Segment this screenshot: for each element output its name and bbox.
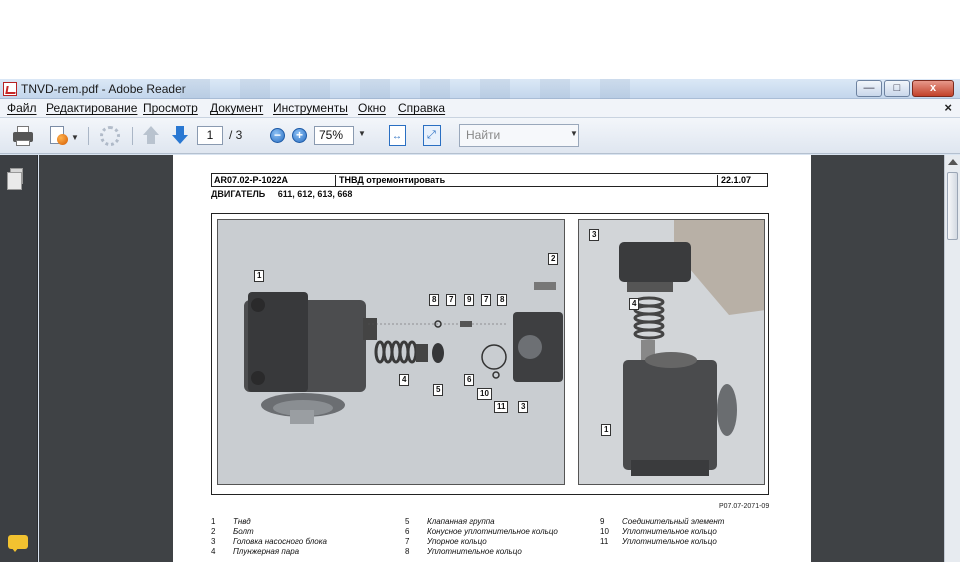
figure-id: P07.07-2071-09 [719, 503, 770, 510]
legend-item: 1 Тнвд [211, 517, 251, 526]
background-taskbar-ghost [180, 79, 640, 99]
maximize-button[interactable]: □ [884, 80, 910, 97]
search-input[interactable]: Найти [459, 124, 579, 147]
callout-label: 6 [464, 374, 475, 386]
page-total: / 3 [229, 128, 243, 142]
doc-date: 22.1.07 [717, 175, 751, 187]
pages-panel-icon[interactable] [7, 168, 23, 190]
document-header: AR07.02-P-1022A ТНВД отремонтировать 22.… [211, 173, 768, 187]
zoom-input[interactable]: 75% [314, 126, 354, 145]
menu-tools[interactable]: Инструменты [273, 101, 348, 115]
window-controls: — □ x [856, 80, 954, 97]
assembly-hand-photo: 3 4 1 [578, 219, 765, 485]
callout-label: 3 [589, 229, 600, 241]
engine-models: 611, 612, 613, 668 [277, 189, 353, 199]
menu-window[interactable]: Окно [358, 101, 386, 115]
menu-help[interactable]: Справка [398, 101, 445, 115]
callout-label: 3 [518, 401, 529, 413]
pump-assembly-illustration [579, 220, 764, 484]
zoom-out-icon[interactable]: − [270, 128, 285, 143]
menu-bar: Файл Редактирование Просмотр Документ Ин… [0, 99, 960, 118]
menu-file[interactable]: Файл [7, 101, 37, 115]
title-bar: TNVD-rem.pdf - Adobe Reader — □ x [0, 79, 960, 99]
engine-label: ДВИГАТЕЛЬ [211, 189, 266, 199]
legend-item: 6 Конусное уплотнительное кольцо [405, 527, 558, 536]
fit-width-icon[interactable] [423, 125, 441, 146]
toolbar-separator [132, 127, 133, 145]
scroll-thumb[interactable] [947, 172, 958, 240]
callout-label: 5 [433, 384, 444, 396]
figure-frame: 1 2 8 7 9 7 8 4 5 6 10 11 3 3 4 1 [211, 213, 769, 495]
legend-item: 4 Плунжерная пара [211, 547, 300, 556]
pump-exploded-illustration [218, 220, 564, 484]
minimize-button[interactable]: — [856, 80, 882, 97]
vertical-scrollbar[interactable] [944, 155, 960, 562]
collaborate-icon[interactable] [98, 125, 124, 147]
navigation-panel [0, 155, 38, 562]
legend-item: 11 Уплотнительное кольцо [600, 537, 717, 546]
callout-label: 10 [477, 388, 492, 400]
comments-icon[interactable] [8, 535, 28, 552]
pdf-page: AR07.02-P-1022A ТНВД отремонтировать 22.… [173, 155, 811, 562]
legend-item: 8 Уплотнительное кольцо [405, 547, 522, 556]
legend-item: 9 Соединительный элемент [600, 517, 725, 526]
legend-item: 2 Болт [211, 527, 254, 536]
toolbar-separator [88, 127, 89, 145]
search-dropdown-icon[interactable]: ▼ [570, 129, 578, 138]
print-icon[interactable] [12, 125, 34, 147]
close-button[interactable]: x [912, 80, 954, 97]
legend-item: 10 Уплотнительное кольцо [600, 527, 717, 536]
doc-code: AR07.02-P-1022A [214, 175, 289, 185]
callout-label: 4 [399, 374, 410, 386]
legend-item: 3 Головка насосного блока [211, 537, 327, 546]
page-number-input[interactable]: 1 [197, 126, 223, 145]
zoom-in-icon[interactable]: + [292, 128, 307, 143]
doc-title: ТНВД отремонтировать [335, 175, 445, 187]
legend-item: 5 Клапанная группа [405, 517, 495, 526]
callout-label: 2 [548, 253, 559, 265]
callout-label: 7 [481, 294, 492, 306]
callout-label: 11 [494, 401, 509, 413]
menu-view[interactable]: Просмотр [143, 101, 198, 115]
next-page-icon[interactable] [170, 125, 190, 147]
legend-item: 7 Упорное кольцо [405, 537, 487, 546]
fit-page-icon[interactable] [389, 125, 406, 146]
exploded-pump-photo: 1 2 8 7 9 7 8 4 5 6 10 11 3 [217, 219, 565, 485]
window-title: TNVD-rem.pdf - Adobe Reader [21, 82, 186, 96]
callout-label: 9 [464, 294, 475, 306]
previous-page-icon[interactable] [141, 125, 161, 147]
engine-line: ДВИГАТЕЛЬ 611, 612, 613, 668 [211, 189, 352, 199]
scroll-up-icon[interactable] [948, 159, 958, 165]
callout-label: 4 [629, 298, 640, 310]
callout-label: 1 [601, 424, 612, 436]
zoom-dropdown-icon[interactable]: ▼ [358, 129, 366, 138]
menu-document[interactable]: Документ [210, 101, 263, 115]
callout-label: 8 [429, 294, 440, 306]
pdf-icon [3, 82, 17, 96]
menu-edit[interactable]: Редактирование [46, 101, 137, 115]
callout-label: 8 [497, 294, 508, 306]
callout-label: 1 [254, 270, 265, 282]
callout-label: 7 [446, 294, 457, 306]
close-document-icon[interactable]: × [944, 100, 952, 115]
create-pdf-icon[interactable]: ▼ [48, 125, 79, 147]
